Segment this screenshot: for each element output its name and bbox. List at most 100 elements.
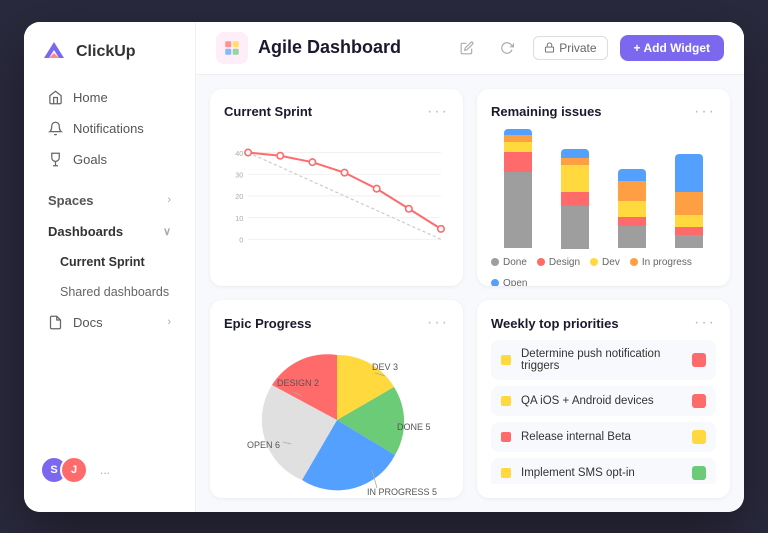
bar-groups	[491, 129, 716, 249]
svg-text:30: 30	[235, 170, 243, 179]
lock-icon	[544, 42, 555, 53]
sidebar-footer: S J ...	[24, 444, 195, 496]
widget-header-sprint: Current Sprint ···	[224, 103, 449, 121]
widget-weekly-priorities: Weekly top priorities ··· Determine push…	[477, 300, 730, 498]
svg-text:DEV 3: DEV 3	[372, 362, 398, 372]
home-icon	[48, 90, 63, 105]
avatar-group: S J	[40, 456, 88, 484]
bar-group-3	[610, 129, 655, 249]
pie-chart: DEV 3 DONE 5 IN PROGRESS 5 OPEN 6 DESIGN…	[227, 340, 447, 498]
priority-flag-1	[692, 353, 706, 367]
svg-text:IN PROGRESS 5: IN PROGRESS 5	[367, 487, 437, 497]
app-container: ClickUp Home Notifications Goals Spaces …	[24, 22, 744, 512]
svg-text:40: 40	[235, 148, 243, 157]
clickup-logo-icon	[40, 38, 68, 66]
svg-text:OPEN 6: OPEN 6	[247, 440, 280, 450]
legend-open: Open	[491, 278, 527, 287]
bar-stack-2	[561, 149, 589, 249]
sprint-chart: 40 30 20 10 0	[224, 129, 449, 273]
legend-design: Design	[537, 257, 580, 268]
priority-flag-2	[692, 394, 706, 408]
topbar: Agile Dashboard Private + Add Widget	[196, 22, 744, 75]
widget-title-sprint: Current Sprint	[224, 104, 312, 119]
chevron-down-icon: ∨	[163, 225, 171, 238]
pencil-icon	[460, 41, 474, 55]
priority-dot-4	[501, 468, 511, 478]
pie-chart-area: DEV 3 DONE 5 IN PROGRESS 5 OPEN 6 DESIGN…	[224, 340, 449, 498]
logo-area: ClickUp	[24, 38, 195, 82]
sprint-menu-button[interactable]: ···	[427, 103, 449, 121]
widget-title-epic: Epic Progress	[224, 316, 311, 331]
issues-menu-button[interactable]: ···	[694, 103, 716, 121]
priority-item-4: Implement SMS opt-in	[491, 458, 716, 484]
bar-legend: Done Design Dev In progress	[491, 257, 716, 287]
edit-button[interactable]	[453, 34, 481, 62]
trophy-icon	[48, 152, 63, 167]
app-name: ClickUp	[76, 43, 136, 61]
private-badge[interactable]: Private	[533, 36, 607, 60]
docs-icon	[48, 315, 63, 330]
priority-text-1: Determine push notification triggers	[521, 348, 682, 372]
sidebar-item-notifications[interactable]: Notifications	[32, 114, 187, 143]
chevron-right-icon: ›	[167, 194, 171, 206]
svg-text:0: 0	[239, 235, 243, 244]
grid-icon	[223, 39, 241, 57]
widget-remaining-issues: Remaining issues ···	[477, 89, 730, 287]
widget-header-priorities: Weekly top priorities ···	[491, 314, 716, 332]
widget-epic-progress: Epic Progress ···	[210, 300, 463, 498]
legend-dot-done	[491, 258, 499, 266]
widget-header-epic: Epic Progress ···	[224, 314, 449, 332]
dashboard-grid: Current Sprint ··· 40 30 20	[196, 75, 744, 512]
main-content: Agile Dashboard Private + Add Widget	[196, 22, 744, 512]
legend-dot-dev	[590, 258, 598, 266]
priority-item-3: Release internal Beta	[491, 422, 716, 452]
priority-flag-3	[692, 430, 706, 444]
chevron-right-docs-icon: ›	[167, 316, 171, 328]
widget-header-issues: Remaining issues ···	[491, 103, 716, 121]
priority-dot-1	[501, 355, 511, 365]
svg-text:DESIGN 2: DESIGN 2	[277, 378, 319, 388]
priority-dot-2	[501, 396, 511, 406]
sidebar: ClickUp Home Notifications Goals Spaces …	[24, 22, 196, 512]
priority-flag-4	[692, 466, 706, 480]
legend-dot-in-progress	[630, 258, 638, 266]
priorities-menu-button[interactable]: ···	[694, 314, 716, 332]
bar-stack-1	[504, 129, 532, 249]
legend-dot-design	[537, 258, 545, 266]
sync-button[interactable]	[493, 34, 521, 62]
svg-text:20: 20	[235, 192, 243, 201]
sprint-line-chart: 40 30 20 10 0	[224, 129, 449, 273]
priority-text-4: Implement SMS opt-in	[521, 467, 682, 479]
widget-current-sprint: Current Sprint ··· 40 30 20	[210, 89, 463, 287]
topbar-actions: Private + Add Widget	[453, 34, 724, 62]
add-widget-button[interactable]: + Add Widget	[620, 35, 724, 61]
bar-chart: Done Design Dev In progress	[491, 129, 716, 287]
sidebar-item-home[interactable]: Home	[32, 83, 187, 112]
sidebar-item-goals[interactable]: Goals	[32, 145, 187, 174]
svg-text:10: 10	[235, 213, 243, 222]
priorities-list: Determine push notification triggers QA …	[491, 340, 716, 484]
legend-in-progress: In progress	[630, 257, 692, 268]
bar-group-2	[552, 129, 597, 249]
refresh-icon	[500, 41, 514, 55]
sidebar-item-spaces[interactable]: Spaces ›	[32, 186, 187, 215]
epic-menu-button[interactable]: ···	[427, 314, 449, 332]
svg-text:DONE 5: DONE 5	[397, 422, 431, 432]
legend-dev: Dev	[590, 257, 620, 268]
sidebar-item-docs[interactable]: Docs ›	[32, 308, 187, 337]
widget-title-issues: Remaining issues	[491, 104, 602, 119]
bar-group-1	[495, 129, 540, 249]
avatar-j: J	[60, 456, 88, 484]
dashboard-icon-box	[216, 32, 248, 64]
legend-done: Done	[491, 257, 527, 268]
sidebar-item-dashboards[interactable]: Dashboards ∨	[32, 217, 187, 246]
bar-group-4	[667, 129, 712, 249]
bar-stack-4	[675, 154, 703, 249]
sidebar-item-current-sprint[interactable]: Current Sprint	[32, 248, 187, 276]
priority-text-3: Release internal Beta	[521, 431, 682, 443]
widget-title-priorities: Weekly top priorities	[491, 316, 619, 331]
sidebar-item-shared-dashboards[interactable]: Shared dashboards	[32, 278, 187, 306]
priority-dot-3	[501, 432, 511, 442]
priority-item-1: Determine push notification triggers	[491, 340, 716, 380]
bar-stack-3	[618, 169, 646, 249]
